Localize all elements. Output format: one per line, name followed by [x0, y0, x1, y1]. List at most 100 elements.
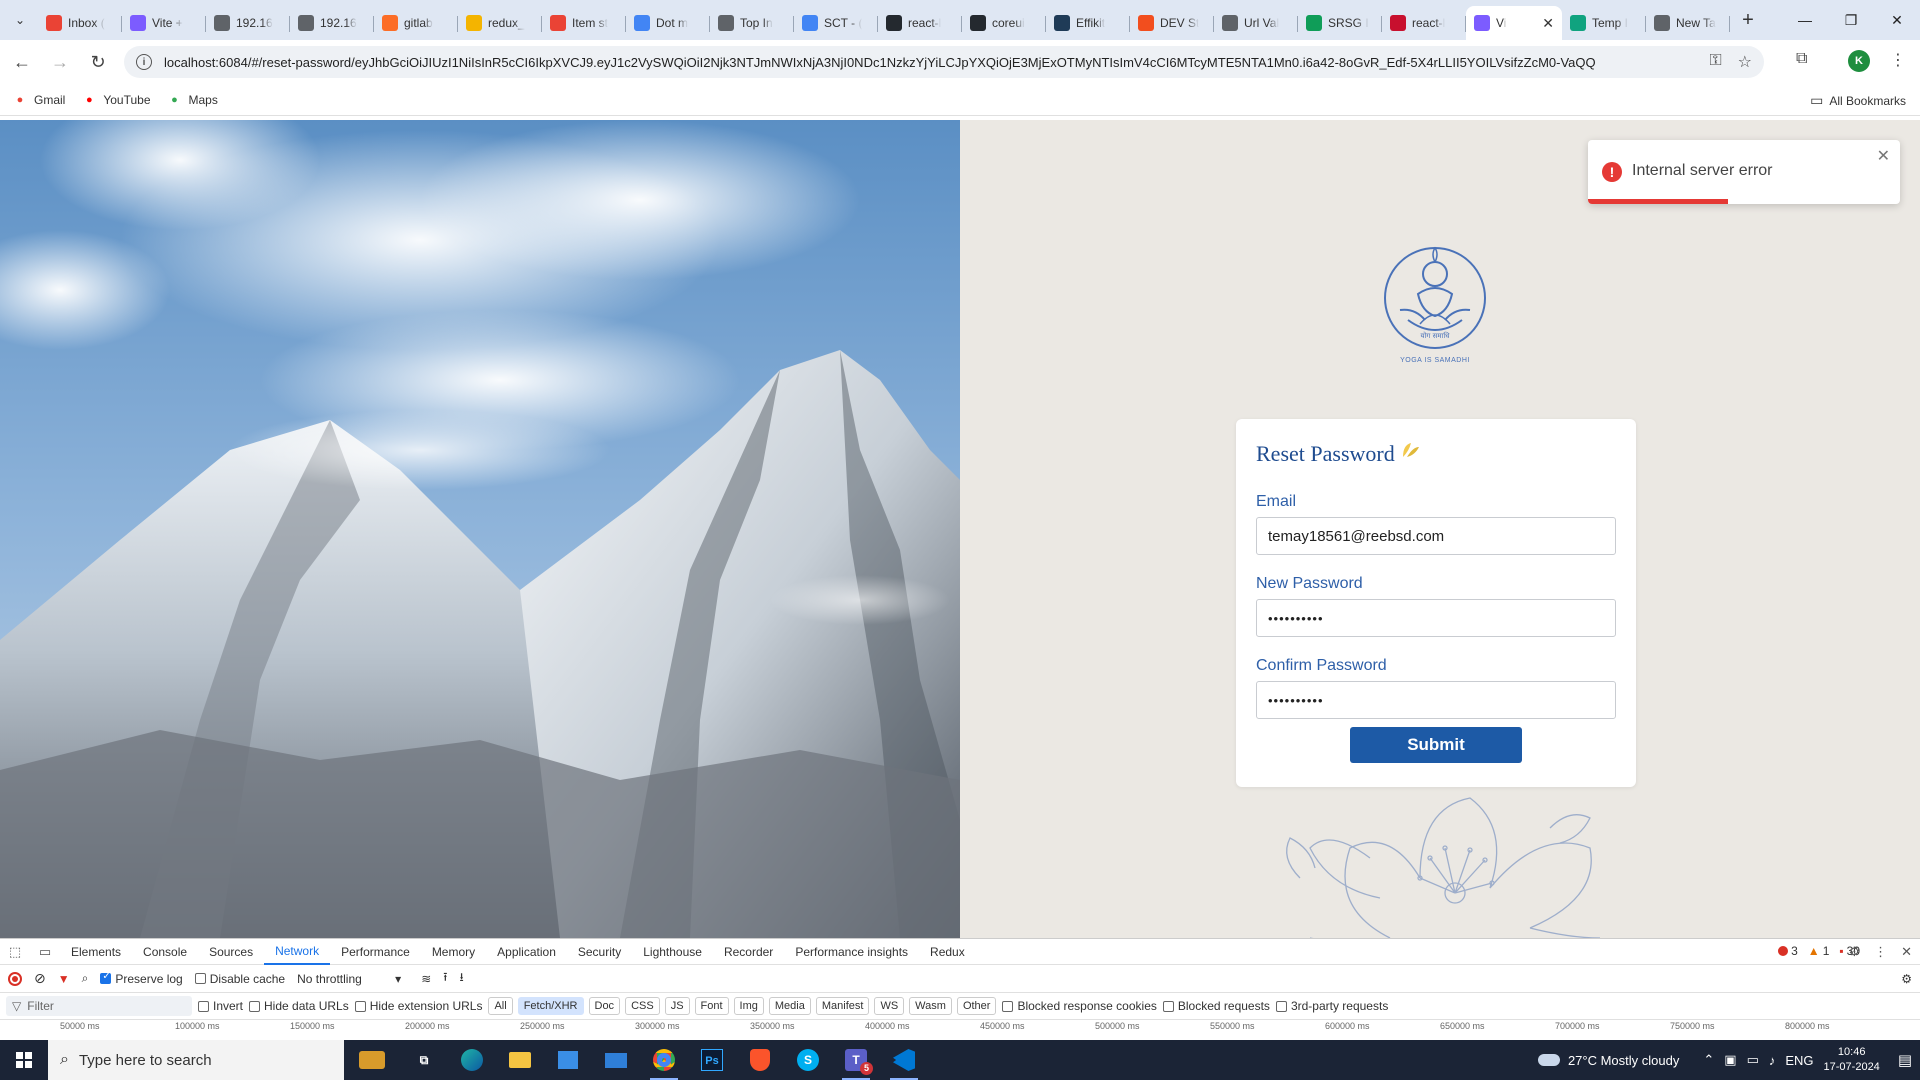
throttling-select[interactable]: No throttling ▾ [297, 972, 401, 986]
filter-input[interactable]: ▽ Filter [6, 996, 192, 1016]
third-party-checkbox[interactable]: 3rd-party requests [1275, 999, 1388, 1013]
devtools-tab[interactable]: Memory [421, 939, 486, 965]
new-password-field[interactable]: •••••••••• [1256, 599, 1616, 637]
extensions-icon[interactable]: ⧉ [1796, 50, 1807, 68]
import-har-icon[interactable]: ⭱ [443, 968, 447, 989]
resource-type-filter[interactable]: WS [874, 997, 905, 1015]
reload-button[interactable]: ↻ [82, 46, 114, 78]
resource-type-filter[interactable]: Fetch/XHR [517, 997, 584, 1015]
store-icon[interactable] [544, 1040, 592, 1080]
weather-widget[interactable]: 27°C Mostly cloudy [1537, 1053, 1679, 1068]
hide-data-urls-checkbox[interactable]: Hide data URLs [249, 999, 349, 1013]
url-text[interactable]: localhost:6084/#/reset-password/eyJhbGci… [164, 55, 1664, 70]
taskbar-briefcase-icon[interactable] [344, 1040, 400, 1080]
resource-type-filter[interactable]: Img [733, 997, 764, 1015]
resource-type-filter[interactable]: CSS [625, 997, 660, 1015]
browser-tab[interactable]: 192.16 [290, 6, 374, 40]
browser-tab[interactable]: react-l [1382, 6, 1466, 40]
back-button[interactable]: ← [6, 46, 38, 78]
bookmark-item[interactable]: ● YouTube [81, 92, 150, 108]
email-field[interactable]: temay18561@reebsd.com [1256, 517, 1616, 555]
resource-type-filter[interactable]: Media [768, 997, 811, 1015]
browser-tab[interactable]: Vi ✕ [1466, 6, 1562, 40]
devtools-tab[interactable]: Redux [919, 939, 976, 965]
devtools-tab[interactable]: Recorder [713, 939, 784, 965]
chrome-icon[interactable] [640, 1040, 688, 1080]
preserve-log-checkbox[interactable]: Preserve log [100, 971, 183, 986]
browser-tab[interactable]: redux_ [458, 6, 542, 40]
browser-tab[interactable]: react-l [878, 6, 962, 40]
disable-cache-checkbox[interactable]: Disable cache [194, 972, 285, 986]
browser-tab[interactable]: Temp I [1562, 6, 1646, 40]
tab-close-icon[interactable]: ✕ [1542, 15, 1554, 32]
browser-tab[interactable]: gitlab [374, 6, 458, 40]
blocked-requests-checkbox[interactable]: Blocked requests [1162, 999, 1270, 1013]
devtools-tab[interactable]: Sources [198, 939, 264, 965]
bookmark-item[interactable]: ● Gmail [12, 92, 66, 108]
devtools-tab[interactable]: Security [567, 939, 632, 965]
browser-tab[interactable]: DEV St [1130, 6, 1214, 40]
resource-type-filter[interactable]: JS [664, 997, 690, 1015]
edge-icon[interactable] [448, 1040, 496, 1080]
devtools-tab[interactable]: Network [264, 939, 331, 965]
browser-tab[interactable]: Item st [542, 6, 626, 40]
bookmark-item[interactable]: ● Maps [167, 92, 218, 108]
clear-icon[interactable]: ⊘ [34, 970, 46, 987]
settings-gear-icon[interactable]: ⚙ [1848, 944, 1860, 960]
browser-tab[interactable]: coreui [962, 6, 1046, 40]
all-bookmarks-button[interactable]: ▭ All Bookmarks [1810, 92, 1906, 109]
devtools-tab[interactable]: Lighthouse [632, 939, 713, 965]
network-conditions-icon[interactable]: ≋ [421, 972, 431, 986]
language-indicator[interactable]: ENG [1785, 1053, 1813, 1068]
start-button[interactable] [0, 1040, 48, 1080]
confirm-password-field[interactable]: •••••••••• [1256, 681, 1616, 719]
browser-tab[interactable]: Inbox ( [38, 6, 122, 40]
export-har-icon[interactable]: ⭳ [459, 968, 463, 989]
resource-type-filter[interactable]: Manifest [815, 997, 870, 1015]
devtools-more-icon[interactable]: ⋮ [1874, 944, 1887, 960]
site-info-icon[interactable]: i [136, 54, 152, 70]
invert-checkbox[interactable]: Invert [198, 999, 243, 1013]
tray-overflow-icon[interactable]: ⌃ [1703, 1052, 1714, 1068]
volume-icon[interactable]: ♪ [1769, 1053, 1776, 1068]
hide-extension-urls-checkbox[interactable]: Hide extension URLs [354, 999, 482, 1013]
browser-tab[interactable]: SCT - ( [794, 6, 878, 40]
skype-icon[interactable]: S [784, 1040, 832, 1080]
device-toolbar-icon[interactable]: ▭ [30, 944, 60, 960]
warning-count-badge[interactable]: ▲ 1 [1808, 944, 1830, 958]
mail-icon[interactable] [592, 1040, 640, 1080]
browser-tab[interactable]: Effikit [1046, 6, 1130, 40]
restore-button[interactable]: ❐ [1828, 0, 1874, 40]
taskbar-search-box[interactable]: ⌕ Type here to search [48, 1040, 344, 1080]
minimize-button[interactable]: — [1782, 0, 1828, 40]
new-tab-button[interactable]: + [1734, 6, 1762, 34]
browser-tab[interactable]: Top In [710, 6, 794, 40]
toast-close-icon[interactable]: ✕ [1877, 146, 1890, 166]
brave-icon[interactable] [736, 1040, 784, 1080]
blocked-cookies-checkbox[interactable]: Blocked response cookies [1002, 999, 1157, 1013]
devtools-tab[interactable]: Performance insights [784, 939, 919, 965]
bookmark-star-icon[interactable]: ☆ [1738, 52, 1752, 72]
devtools-close-icon[interactable]: ✕ [1901, 944, 1912, 960]
submit-button[interactable]: Submit [1350, 727, 1522, 763]
browser-tab[interactable]: Url Val [1214, 6, 1298, 40]
search-icon[interactable]: ⌕ [82, 971, 89, 986]
meet-now-icon[interactable]: ▣ [1724, 1052, 1736, 1068]
close-window-button[interactable]: ✕ [1874, 0, 1920, 40]
task-view-icon[interactable]: ⧉ [400, 1040, 448, 1080]
devtools-tab[interactable]: Performance [330, 939, 421, 965]
tab-search-button[interactable]: ⌄ [6, 6, 34, 34]
vscode-icon[interactable] [880, 1040, 928, 1080]
network-settings-icon[interactable]: ⚙ [1901, 972, 1912, 986]
photoshop-icon[interactable]: Ps [688, 1040, 736, 1080]
profile-avatar[interactable]: K [1848, 50, 1870, 72]
error-count-badge[interactable]: 3 [1778, 944, 1798, 958]
browser-tab[interactable]: Vite + [122, 6, 206, 40]
teams-icon[interactable]: T5 [832, 1040, 880, 1080]
browser-tab[interactable]: New Ta [1646, 6, 1730, 40]
network-timeline-overview[interactable]: 50000 ms 100000 ms 150000 ms 200000 ms 25000… [0, 1019, 1920, 1033]
address-bar[interactable]: i localhost:6084/#/reset-password/eyJhbG… [124, 46, 1764, 78]
resource-type-filter[interactable]: All [488, 997, 513, 1015]
resource-type-filter[interactable]: Doc [588, 997, 621, 1015]
devtools-tab[interactable]: Elements [60, 939, 132, 965]
